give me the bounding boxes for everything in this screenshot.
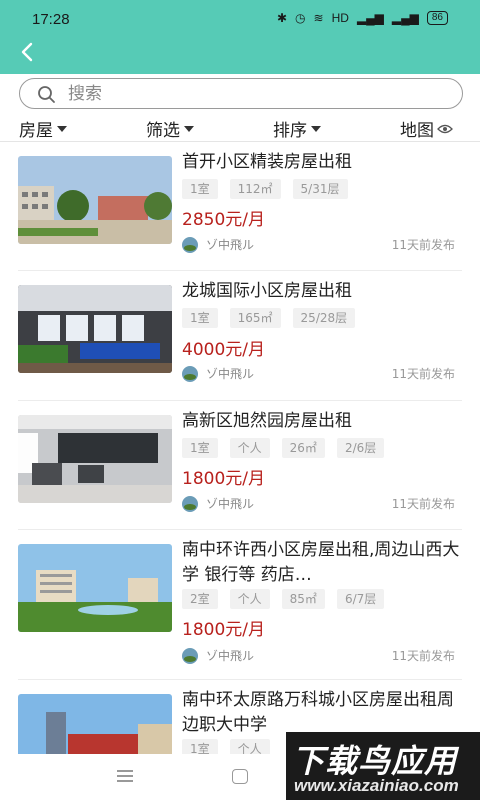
user-name: ゾ中飛ル [206,497,255,511]
listing-list: 首开小区精装房屋出租 1室 112㎡ 5/31层 2850元/月 ゾ中飛ル 11… [0,142,480,754]
menu-icon[interactable] [117,770,133,782]
filter-map[interactable]: 地图 [400,116,453,141]
tag-area: 26㎡ [281,438,325,458]
listing-user: ゾ中飛ル [182,495,254,512]
network-type: HD [331,11,349,25]
listing-tags: 1室 个人 [182,739,270,754]
listing-tags: 2室 个人 85㎡ 6/7层 [182,589,385,609]
listing-item[interactable]: 龙城国际小区房屋出租 1室 165㎡ 25/28层 4000元/月 ゾ中飛ル 1… [0,271,480,401]
user-name: ゾ中飛ル [206,238,255,252]
tag-rooms: 1室 [182,179,218,199]
listing-photo [18,694,172,754]
tag-floor: 5/31层 [292,179,348,199]
tag-owner: 个人 [229,589,270,609]
listing-user: ゾ中飛ル [182,236,254,253]
listing-photo [18,285,172,373]
posted-time: 11天前发布 [391,238,455,252]
search-box[interactable] [19,78,463,109]
listing-price: 1800元/月 [182,469,265,489]
filter-map-label: 地图 [400,121,434,141]
listing-tags: 1室 112㎡ 5/31层 [182,179,348,199]
watermark-url: www.xiazainiao.com [294,776,459,795]
home-icon[interactable] [232,769,248,784]
avatar [182,236,198,253]
listing-tags: 1室 165㎡ 25/28层 [182,308,356,328]
bluetooth-icon: ✱ [276,11,288,25]
tag-owner: 个人 [229,739,270,754]
listing-title: 首开小区精装房屋出租 [182,152,352,172]
listing-title: 南中环许西小区房屋出租,周边山西大学 银行等 药店… [182,540,460,585]
chevron-down-icon [57,125,67,132]
status-icons: ✱ ◷ ≋ HD ▂▄▆ ▂▄▆ 86 [277,11,448,25]
eye-icon [437,124,453,133]
wifi-icon: ≋ [313,11,324,25]
app-bar [0,34,480,74]
listing-price: 4000元/月 [182,340,265,360]
tag-area: 112㎡ [229,179,281,199]
listing-title: 南中环太原路万科城小区房屋出租周边职大中学 [182,690,454,735]
chevron-down-icon [311,125,321,132]
filter-sort-label: 排序 [273,121,307,141]
filter-bar: 房屋 筛选 排序 地图 [0,114,480,141]
search-input[interactable] [68,82,448,105]
filter-type[interactable]: 房屋 [19,116,67,141]
listing-photo [18,544,172,632]
listing-item[interactable]: 首开小区精装房屋出租 1室 112㎡ 5/31层 2850元/月 ゾ中飛ル 11… [0,142,480,271]
signal-icon-2: ▂▄▆ [391,11,419,25]
listing-photo [18,415,172,503]
battery-icon: 86 [426,11,448,25]
listing-item[interactable]: 高新区旭然园房屋出租 1室 个人 26㎡ 2/6层 1800元/月 ゾ中飛ル 1… [0,401,480,530]
listing-tags: 1室 个人 26㎡ 2/6层 [182,438,385,458]
filter-type-label: 房屋 [19,121,53,141]
user-name: ゾ中飛ル [206,649,255,663]
listing-user: ゾ中飛ル [182,647,254,664]
user-name: ゾ中飛ル [206,367,255,381]
chevron-down-icon [184,125,194,132]
avatar [182,495,198,512]
signal-icon: ▂▄▆ [356,11,384,25]
back-arrow-icon[interactable] [14,38,42,66]
posted-time: 11天前发布 [391,649,455,663]
status-time: 17:28 [32,11,70,28]
posted-time: 11天前发布 [391,497,455,511]
filter-sort[interactable]: 排序 [273,116,321,141]
filter-options[interactable]: 筛选 [146,116,194,141]
listing-price: 1800元/月 [182,620,265,640]
filter-options-label: 筛选 [146,121,180,141]
tag-floor: 25/28层 [292,308,356,328]
listing-title: 高新区旭然园房屋出租 [182,411,352,431]
posted-time: 11天前发布 [391,367,455,381]
tag-rooms: 1室 [182,739,218,754]
avatar [182,647,198,664]
listing-title: 龙城国际小区房屋出租 [182,281,352,301]
status-bar: 17:28 ✱ ◷ ≋ HD ▂▄▆ ▂▄▆ 86 [0,0,480,34]
avatar [182,365,198,382]
search-icon [38,86,55,103]
tag-floor: 2/6层 [336,438,385,458]
tag-owner: 个人 [229,438,270,458]
listing-user: ゾ中飛ル [182,365,254,382]
tag-area: 165㎡ [229,308,281,328]
listing-price: 2850元/月 [182,210,265,230]
watermark: 下载鸟应用 www.xiazainiao.com [286,732,480,800]
tag-rooms: 2室 [182,589,218,609]
alarm-icon: ◷ [295,11,306,25]
listing-photo [18,156,172,244]
tag-rooms: 1室 [182,308,218,328]
tag-area: 85㎡ [281,589,325,609]
tag-rooms: 1室 [182,438,218,458]
tag-floor: 6/7层 [336,589,385,609]
listing-item[interactable]: 南中环许西小区房屋出租,周边山西大学 银行等 药店… 2室 个人 85㎡ 6/7… [0,530,480,680]
